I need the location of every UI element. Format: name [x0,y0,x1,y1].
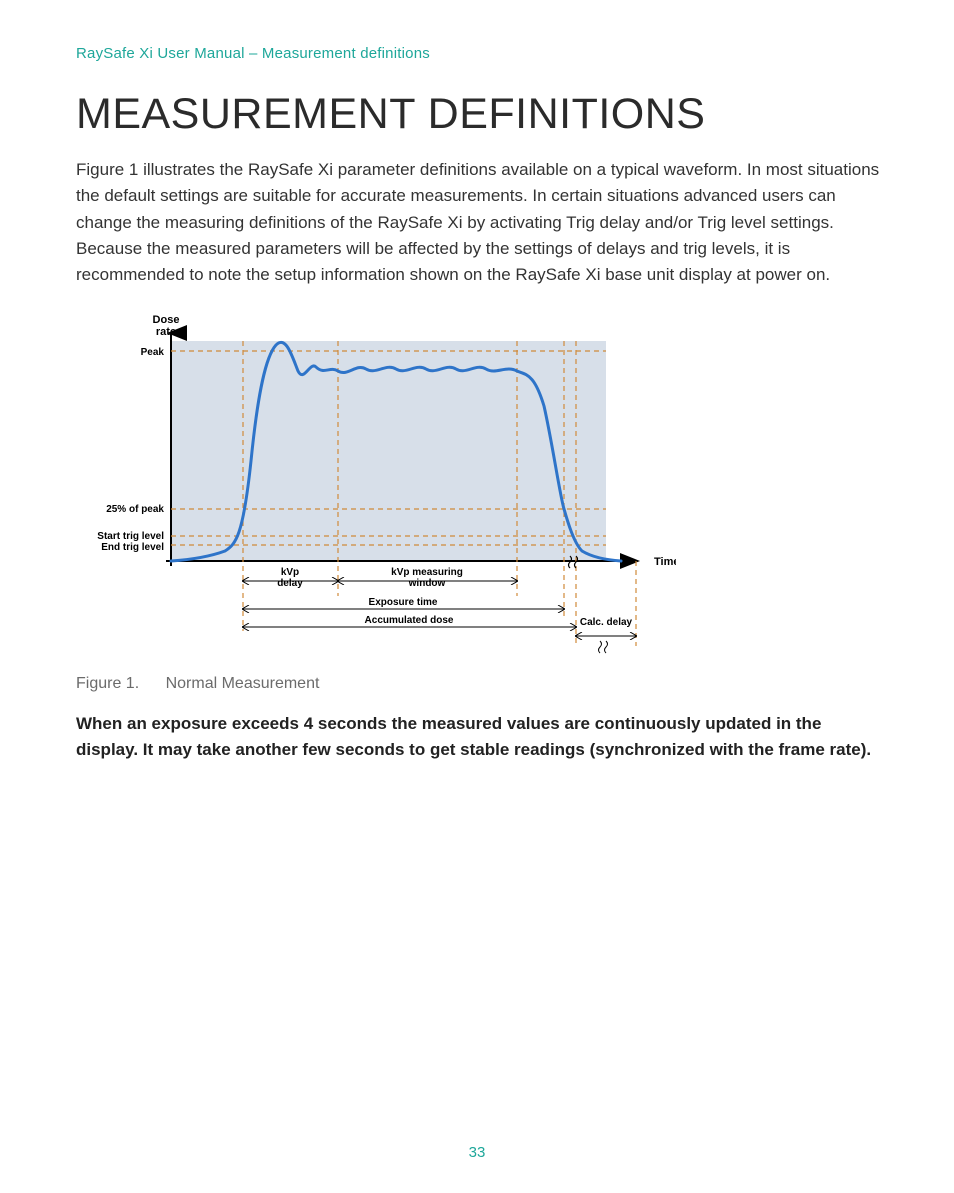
span-calc-delay-label: Calc. delay [580,617,633,628]
x-axis-label: Time [654,556,676,568]
ref-label-25pct: 25% of peak [106,504,164,515]
axis-break-calc-delay [599,641,608,653]
figure-caption-text: Normal Measurement [166,675,320,692]
figure-caption-label: Figure 1. [76,675,139,692]
figure-1: Dose rate Time Peak 25% of peak Start tr… [76,311,884,661]
figure-caption: Figure 1. Normal Measurement [76,675,884,693]
span-kvp-delay-label-2: delay [277,578,303,589]
intro-paragraph: Figure 1 illustrates the RaySafe Xi para… [76,157,884,289]
waveform-chart: Dose rate Time Peak 25% of peak Start tr… [76,311,676,656]
breadcrumb: RaySafe Xi User Manual – Measurement def… [76,45,884,62]
ref-label-peak: Peak [141,347,165,358]
page: RaySafe Xi User Manual – Measurement def… [0,0,954,1193]
chart-background [171,341,606,561]
bold-note: When an exposure exceeds 4 seconds the m… [76,711,884,764]
y-axis-label-1: Dose [153,314,180,326]
span-exposure-time-label: Exposure time [369,597,438,608]
page-title: Measurement Definitions [76,90,884,139]
ref-label-start-trig: Start trig level [97,531,164,542]
span-kvp-window-label-1: kVp measuring [391,567,463,578]
span-kvp-window-label-2: window [408,578,446,589]
ref-label-end-trig: End trig level [101,542,164,553]
span-kvp-delay-label-1: kVp [281,567,299,578]
span-accum-dose-label: Accumulated dose [365,615,454,626]
y-axis-label-2: rate [156,326,176,338]
page-number: 33 [0,1144,954,1161]
